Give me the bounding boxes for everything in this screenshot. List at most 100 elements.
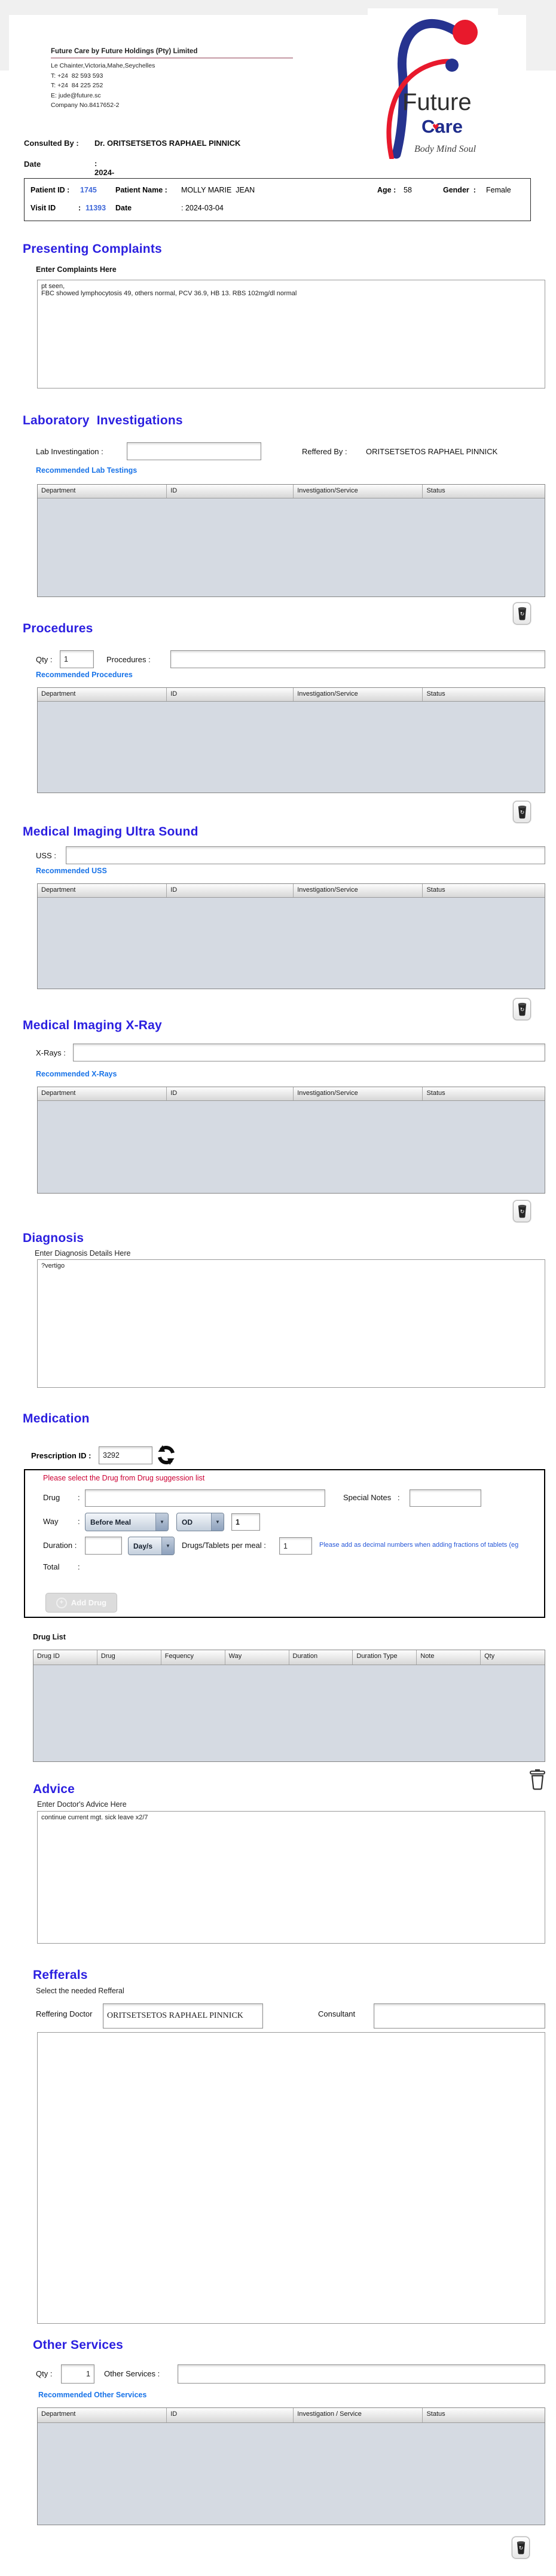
- visit-date-label: Date: [115, 204, 132, 212]
- drug-list-table: Drug ID Drug Fequency Way Duration Durat…: [33, 1650, 545, 1762]
- patient-id-label: Patient ID :: [30, 186, 70, 194]
- trash-icon: ↻: [518, 1002, 526, 1016]
- per-meal-label: Drugs/Tablets per meal :: [182, 1541, 266, 1550]
- procedures-title: Procedures: [23, 622, 93, 635]
- refresh-icon: [158, 1445, 175, 1465]
- age-value: 58: [404, 186, 412, 194]
- svg-text:Care: Care: [421, 116, 463, 137]
- prescription-id-label: Prescription ID :: [31, 1451, 91, 1460]
- frequency-select[interactable]: OD ▼: [176, 1513, 224, 1531]
- uss-table-header: Department ID Investigation/Service Stat…: [38, 884, 545, 898]
- other-qty-label: Qty :: [36, 2369, 53, 2378]
- consultation-form-page: Future Care by Future Holdings (Pty) Lim…: [0, 0, 556, 2576]
- frequency-select-value: OD: [182, 1518, 193, 1526]
- procedures-trash-button[interactable]: ↻: [513, 801, 531, 823]
- complaints-textarea[interactable]: pt seen, FBC showed lymphocytosis 49, ot…: [37, 280, 545, 388]
- presenting-complaints-title: Presenting Complaints: [23, 242, 162, 256]
- lab-table-header: Department ID Investigation/Service Stat…: [38, 485, 545, 498]
- drug-col-drug: Drug: [97, 1650, 161, 1665]
- xray-table-body: [38, 1101, 545, 1193]
- special-notes-input[interactable]: [410, 1489, 481, 1507]
- drug-col-id: Drug ID: [33, 1650, 97, 1665]
- patient-info-box: Patient ID : 1745 Patient Name : MOLLY M…: [24, 178, 531, 221]
- referred-by-label: Reffered By :: [302, 447, 347, 456]
- consultant-input[interactable]: [374, 2003, 545, 2029]
- referring-doctor-label: Reffering Doctor: [36, 2009, 93, 2018]
- other-services-input[interactable]: [178, 2364, 545, 2384]
- chevron-down-icon: ▼: [161, 1537, 174, 1555]
- uss-col-department: Department: [38, 884, 167, 897]
- advice-textarea[interactable]: continue current mgt. sick leave x2/7: [37, 1811, 545, 1944]
- total-label: Total: [43, 1562, 60, 1571]
- diagnosis-sub-label: Enter Diagnosis Details Here: [35, 1249, 131, 1258]
- xray-col-status: Status: [426, 1090, 445, 1097]
- add-drug-button[interactable]: + Add Drug: [45, 1593, 117, 1613]
- xray-table: Department ID Investigation/Service Stat…: [37, 1087, 545, 1194]
- uss-table-body: [38, 898, 545, 989]
- uss-trash-button[interactable]: ↻: [513, 998, 531, 1020]
- drug-list-body: [33, 1665, 545, 1761]
- drug-col-note: Note: [417, 1650, 481, 1665]
- uss-table: Department ID Investigation/Service Stat…: [37, 883, 545, 989]
- other-col-service: Investigation / Service: [294, 2408, 423, 2422]
- svg-text:↻: ↻: [520, 810, 524, 816]
- prescription-id-input[interactable]: [99, 1446, 152, 1464]
- way-label: Way: [43, 1517, 59, 1526]
- lab-investigation-input[interactable]: [127, 442, 261, 460]
- patient-id-value: 1745: [80, 186, 97, 194]
- medication-title: Medication: [23, 1412, 90, 1425]
- procedures-label: Procedures :: [106, 655, 151, 664]
- proc-col-id: ID: [167, 688, 294, 701]
- lab-col-status: Status: [426, 487, 445, 494]
- xrays-input[interactable]: [73, 1044, 545, 1061]
- referral-list-box[interactable]: [37, 2032, 545, 2324]
- frequency-qty-input[interactable]: [231, 1513, 260, 1531]
- drug-col-duration-type: Duration Type: [353, 1650, 417, 1665]
- uss-col-service: Investigation/Service: [294, 884, 423, 897]
- lab-trash-button[interactable]: ↻: [513, 602, 531, 625]
- fraction-note: Please add as decimal numbers when addin…: [319, 1541, 519, 1549]
- other-table-body: [38, 2423, 545, 2525]
- svg-text:♥: ♥: [432, 123, 439, 132]
- drug-list-header: Drug ID Drug Fequency Way Duration Durat…: [33, 1650, 545, 1665]
- drug-input[interactable]: [85, 1489, 325, 1507]
- other-col-id: ID: [167, 2408, 294, 2422]
- consultant-label: Consultant: [318, 2009, 356, 2018]
- trash-icon: ↻: [517, 2541, 525, 2554]
- procedures-table-header: Department ID Investigation/Service Stat…: [38, 688, 545, 702]
- diagnosis-textarea[interactable]: ?vertigo: [37, 1259, 545, 1388]
- xray-trash-button[interactable]: ↻: [513, 1200, 531, 1222]
- uss-col-status: Status: [426, 886, 445, 894]
- xray-title: Medical Imaging X-Ray: [23, 1018, 162, 1032]
- other-col-status: Status: [426, 2410, 445, 2418]
- meal-select-value: Before Meal: [90, 1518, 132, 1526]
- referrals-title: Refferals: [33, 1968, 88, 1982]
- company-address: Le Chainter,Victoria,Mahe,Seychelles T: …: [51, 62, 155, 109]
- procedures-input[interactable]: [170, 650, 545, 668]
- referring-doctor-input[interactable]: [103, 2003, 263, 2029]
- patient-name-label: Patient Name :: [115, 186, 167, 194]
- trash-outline-icon: [530, 1769, 545, 1790]
- consulted-by-label: Consulted By :: [24, 139, 79, 148]
- other-qty-input[interactable]: [61, 2364, 94, 2384]
- medication-entry-box: Please select the Drug from Drug suggess…: [24, 1469, 545, 1618]
- complaints-sub-label: Enter Complaints Here: [36, 265, 117, 274]
- duration-unit-select[interactable]: Day/s ▼: [128, 1537, 175, 1555]
- advice-trash-button[interactable]: [528, 1768, 546, 1791]
- other-services-trash-button[interactable]: ↻: [512, 2537, 530, 2559]
- xray-col-service: Investigation/Service: [294, 1087, 423, 1100]
- prescription-refresh-button[interactable]: [157, 1445, 176, 1465]
- advice-title: Advice: [33, 1782, 75, 1796]
- gender-label: Gender :: [443, 186, 476, 194]
- drug-col-frequency: Fequency: [161, 1650, 225, 1665]
- trash-icon: ↻: [518, 805, 526, 819]
- meal-select[interactable]: Before Meal ▼: [85, 1513, 169, 1531]
- uss-col-id: ID: [167, 884, 294, 897]
- chevron-down-icon: ▼: [211, 1513, 224, 1531]
- per-meal-input[interactable]: [279, 1537, 312, 1555]
- procedures-qty-input[interactable]: [60, 650, 94, 668]
- duration-input[interactable]: [85, 1537, 122, 1555]
- other-services-title: Other Services: [33, 2338, 124, 2352]
- uss-input[interactable]: [66, 846, 545, 864]
- plus-circle-icon: +: [56, 1597, 67, 1608]
